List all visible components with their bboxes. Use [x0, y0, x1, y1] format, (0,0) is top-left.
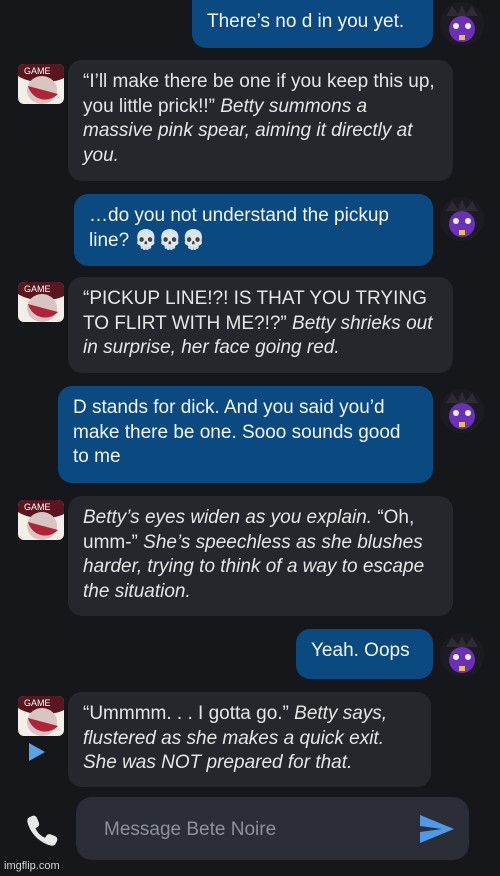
- send-icon: [420, 815, 454, 843]
- message-text: Yeah. Oops: [311, 640, 410, 661]
- svg-text:GAME: GAME: [24, 66, 51, 76]
- purple-character-icon: [440, 197, 484, 241]
- betty-avatar-icon: GAME: [18, 696, 64, 736]
- betty-avatar-icon: GAME: [18, 64, 64, 104]
- bot-avatar[interactable]: GAME: [18, 64, 64, 104]
- message-composer: [76, 797, 469, 860]
- purple-character-icon: [440, 2, 484, 46]
- message-user-1: There’s no d in you yet.: [192, 0, 433, 48]
- message-bot-2: “I’ll make there be one if you keep this…: [68, 60, 453, 181]
- betty-avatar-icon: GAME: [18, 500, 64, 540]
- message-user-7: Yeah. Oops: [296, 629, 433, 679]
- user-avatar[interactable]: [440, 389, 484, 433]
- purple-character-icon: [440, 389, 484, 433]
- bot-avatar[interactable]: GAME: [18, 282, 64, 322]
- purple-character-icon: [440, 633, 484, 677]
- message-bot-8: “Ummmm. . . I gotta go.” Betty says, flu…: [68, 692, 431, 787]
- svg-text:GAME: GAME: [24, 502, 51, 512]
- message-text: There’s no d in you yet.: [207, 11, 405, 32]
- bot-avatar[interactable]: GAME: [18, 696, 64, 736]
- call-button[interactable]: [22, 810, 62, 850]
- message-bot-6: Betty’s eyes widen as you explain. “Oh, …: [68, 496, 453, 616]
- betty-avatar-icon: GAME: [18, 282, 64, 322]
- message-bot-4: “PICKUP LINE!?! IS THAT YOU TRYING TO FL…: [68, 277, 453, 373]
- watermark: imgflip.com: [4, 860, 60, 872]
- message-text: D stands for dick. And you said you’d ma…: [73, 397, 401, 467]
- bot-speech: “Ummmm. . . I gotta go.”: [83, 703, 289, 724]
- message-user-3: …do you not understand the pickup line? …: [74, 194, 433, 266]
- svg-text:GAME: GAME: [24, 284, 51, 294]
- play-audio-icon[interactable]: [29, 743, 45, 761]
- bot-action: Betty’s eyes widen as you explain.: [83, 507, 378, 528]
- user-avatar[interactable]: [440, 197, 484, 241]
- svg-text:GAME: GAME: [24, 698, 51, 708]
- user-avatar[interactable]: [440, 2, 484, 46]
- message-user-5: D stands for dick. And you said you’d ma…: [58, 386, 433, 483]
- message-text: …do you not understand the pickup line? …: [89, 205, 389, 251]
- bot-avatar[interactable]: GAME: [18, 500, 64, 540]
- phone-icon: [27, 815, 58, 846]
- user-avatar[interactable]: [440, 633, 484, 677]
- send-button[interactable]: [418, 813, 456, 845]
- message-input[interactable]: [102, 815, 406, 845]
